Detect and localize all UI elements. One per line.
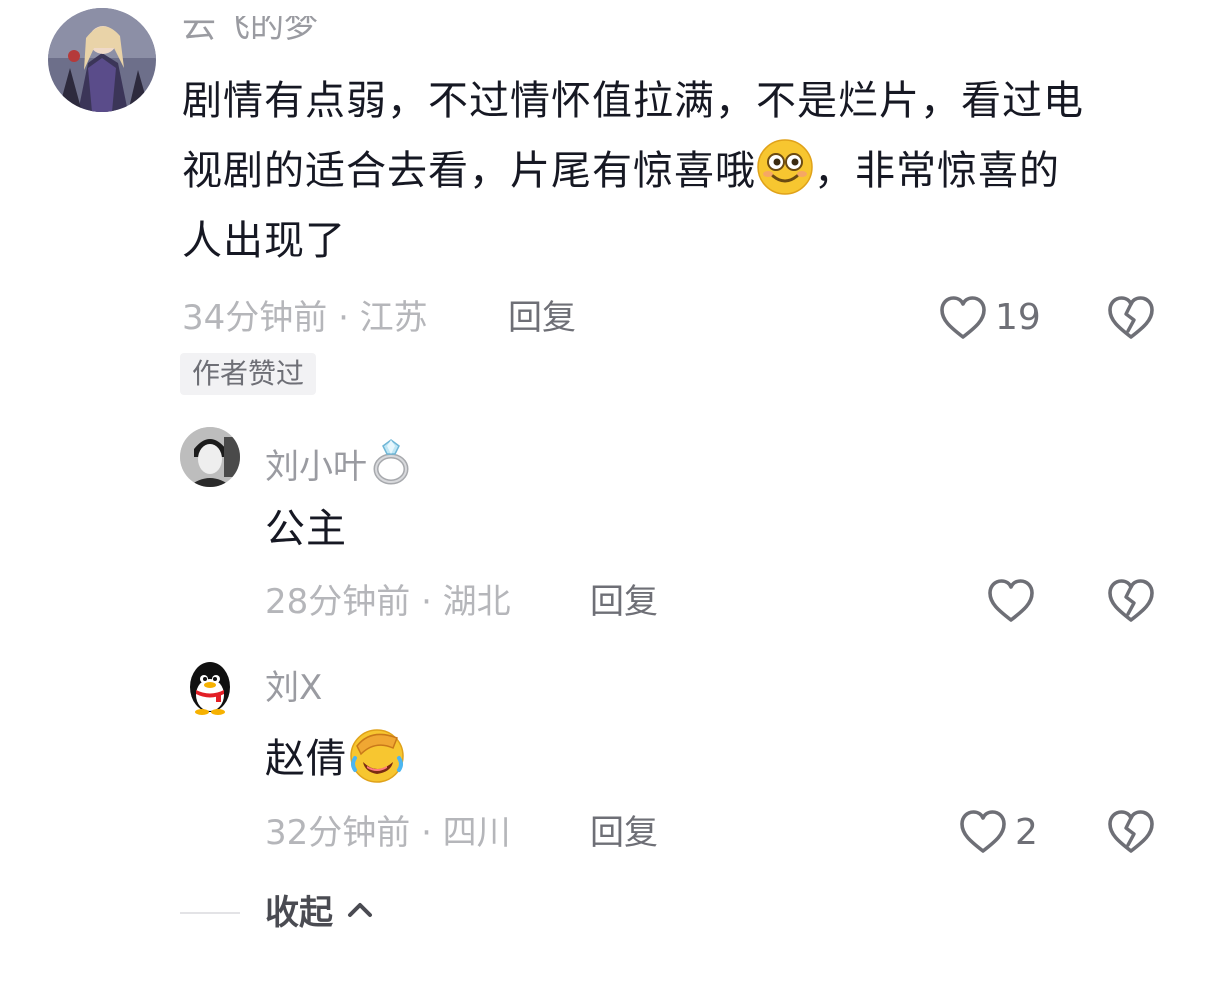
- reply-username[interactable]: 刘小叶: [265, 438, 415, 487]
- reply-button[interactable]: 回复: [590, 813, 658, 853]
- avatar[interactable]: [48, 8, 156, 112]
- dislike-button[interactable]: [1106, 809, 1156, 855]
- facepalm-laugh-emoji: [347, 724, 407, 784]
- like-button[interactable]: [986, 578, 1036, 624]
- reply-timestamp-location: 32分钟前 · 四川: [265, 813, 511, 853]
- author-liked-badge: 作者赞过: [180, 353, 317, 395]
- broken-heart-icon: [1108, 810, 1154, 853]
- reply-timestamp-location: 28分钟前 · 湖北: [265, 582, 511, 622]
- broken-heart-icon: [1108, 296, 1154, 339]
- avatar[interactable]: [180, 427, 240, 487]
- comment-text-line: 人出现了: [182, 218, 346, 264]
- heart-icon: [940, 296, 986, 339]
- avatar-image: [48, 8, 156, 112]
- penguin-avatar-image: [180, 657, 240, 717]
- like-button[interactable]: [958, 809, 1008, 855]
- comment-text-line: 剧情有点弱，不过情怀值拉满，不是烂片，看过电: [182, 78, 1084, 124]
- dislike-button[interactable]: [1106, 578, 1156, 624]
- like-button[interactable]: [938, 295, 988, 341]
- smile-emoji: [756, 138, 814, 196]
- broken-heart-icon: [1108, 579, 1154, 622]
- avatar[interactable]: [180, 657, 240, 717]
- comment-timestamp-location: 34分钟前 · 江苏: [182, 298, 428, 338]
- reply-text: 公主: [265, 506, 347, 552]
- comment-text: 剧情有点弱，不过情怀值拉满，不是烂片，看过电 视剧的适合去看，片尾有惊喜哦 ，非…: [182, 66, 1172, 276]
- reply-button[interactable]: 回复: [508, 298, 576, 338]
- like-count: 19: [995, 297, 1041, 338]
- reply-button[interactable]: 回复: [590, 582, 658, 622]
- comment-username[interactable]: 云飞的梦: [182, 16, 318, 46]
- collapse-replies-button[interactable]: 收起: [265, 893, 375, 933]
- heart-icon: [960, 810, 1006, 853]
- dislike-button[interactable]: [1106, 295, 1156, 341]
- heart-icon: [988, 579, 1034, 622]
- reply-username[interactable]: 刘X: [265, 668, 322, 708]
- reply-text: 赵倩: [265, 724, 407, 794]
- ring-emoji: [367, 438, 415, 486]
- like-count: 2: [1015, 812, 1038, 853]
- comment-text-line: 视剧的适合去看，片尾有惊喜哦 ，非常惊喜的: [182, 136, 1172, 206]
- avatar-image: [180, 427, 240, 487]
- collapse-divider: [180, 912, 240, 914]
- chevron-up-icon: [345, 898, 375, 922]
